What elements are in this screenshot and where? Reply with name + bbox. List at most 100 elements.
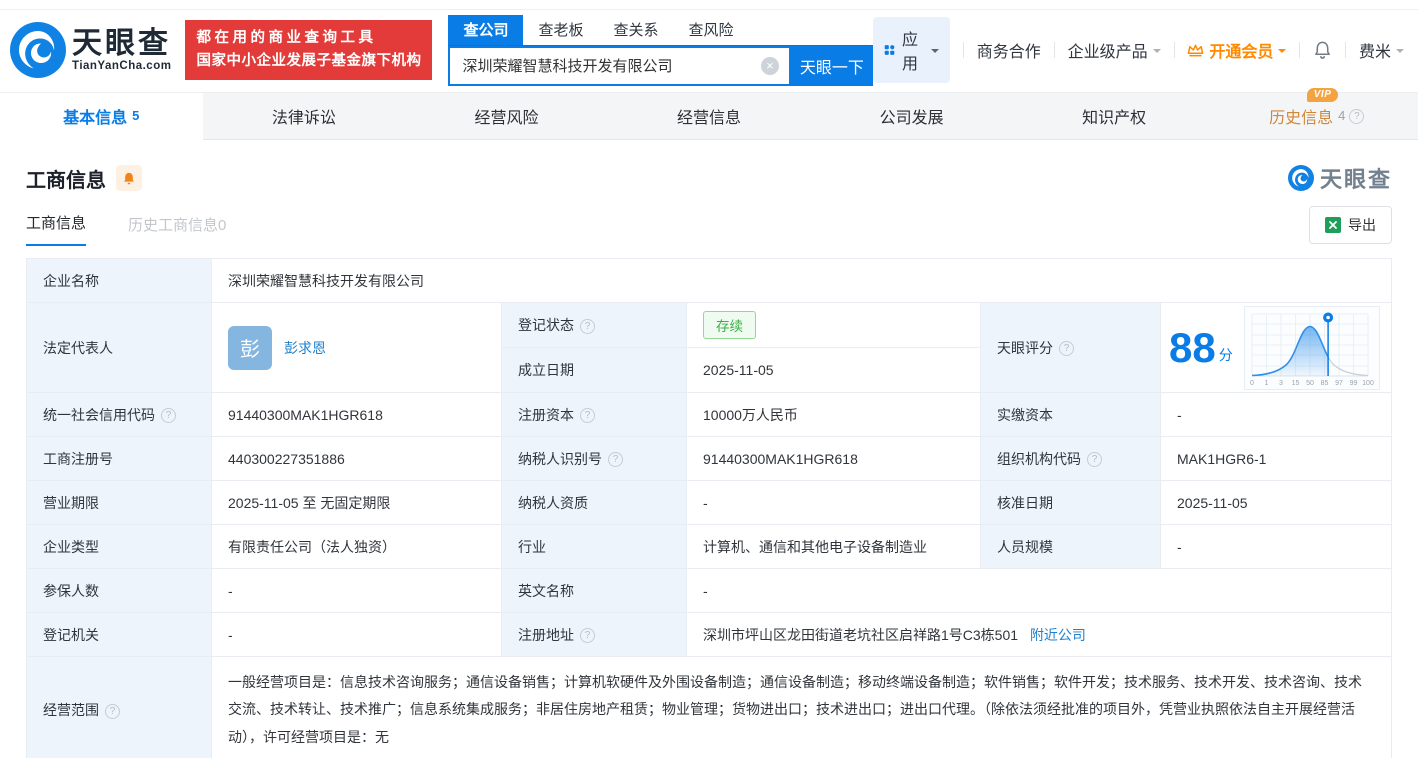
establish-date-label: 成立日期 bbox=[502, 348, 687, 393]
bell-icon bbox=[122, 171, 136, 186]
legal-rep-value: 彭 彭求恩 bbox=[212, 303, 502, 393]
score-label: 天眼评分? bbox=[981, 303, 1161, 393]
crown-icon bbox=[1187, 43, 1204, 57]
help-icon[interactable]: ? bbox=[105, 704, 120, 719]
brand-domain: TianYanCha.com bbox=[72, 60, 171, 72]
notifications-button[interactable] bbox=[1313, 40, 1332, 60]
registration-number-value: 440300227351886 bbox=[212, 437, 502, 481]
subtab-history-business-info[interactable]: 历史工商信息0 bbox=[128, 214, 226, 246]
apps-menu-button[interactable]: 应用 bbox=[873, 17, 950, 83]
top-nav: 应用 商务合作 企业级产品 开通会员 bbox=[873, 17, 1404, 83]
help-icon[interactable]: ? bbox=[161, 408, 176, 423]
taxpayer-id-value: 91440300MAK1HGR618 bbox=[687, 437, 981, 481]
business-scope-label: 经营范围? bbox=[27, 657, 212, 758]
tab-history-info[interactable]: VIP 历史信息 4 ? bbox=[1215, 93, 1418, 139]
registration-number-label: 工商注册号 bbox=[27, 437, 212, 481]
username: 费米 bbox=[1359, 38, 1391, 62]
approval-date-label: 核准日期 bbox=[981, 481, 1161, 525]
tab-operating-info[interactable]: 经营信息 bbox=[608, 93, 811, 139]
taxpayer-qualification-value: - bbox=[687, 481, 981, 525]
export-button[interactable]: 导出 bbox=[1309, 206, 1392, 244]
tab-company-development[interactable]: 公司发展 bbox=[810, 93, 1013, 139]
monitor-bell-button[interactable] bbox=[116, 165, 142, 191]
business-info-table: 企业名称 深圳荣耀智慧科技开发有限公司 法定代表人 彭 彭求恩 登记状态? bbox=[26, 258, 1392, 758]
section-title: 工商信息 bbox=[26, 164, 106, 193]
nav-divider bbox=[1174, 42, 1175, 58]
slogan-line1: 都在用的商业查询工具 bbox=[196, 27, 421, 50]
help-icon[interactable]: ? bbox=[580, 628, 595, 643]
tianyancha-watermark: 天眼查 bbox=[1288, 162, 1392, 194]
help-icon[interactable]: ? bbox=[1349, 109, 1364, 124]
help-icon[interactable]: ? bbox=[608, 452, 623, 467]
search-tab-company[interactable]: 查公司 bbox=[448, 15, 523, 45]
insured-count-label: 参保人数 bbox=[27, 569, 212, 613]
search-block: 查公司 查老板 查关系 查风险 × 天眼一下 bbox=[448, 15, 872, 86]
watermark-text: 天眼查 bbox=[1320, 162, 1392, 194]
table-row: 登记机关 - 注册地址? 深圳市坪山区龙田街道老坑社区启祥路1号C3栋501 附… bbox=[27, 613, 1392, 657]
tianyancha-logo[interactable]: 天眼查 TianYanCha.com bbox=[10, 22, 171, 78]
svg-text:97: 97 bbox=[1335, 380, 1343, 387]
company-name-label: 企业名称 bbox=[27, 259, 212, 303]
tab-count-badge: 5 bbox=[132, 108, 139, 123]
insured-count-value: - bbox=[212, 569, 502, 613]
brand-slogan: 都在用的商业查询工具 国家中小企业发展子基金旗下机构 bbox=[185, 20, 432, 80]
english-name-value: - bbox=[687, 569, 1392, 613]
svg-text:50: 50 bbox=[1306, 380, 1314, 387]
nearby-companies-link[interactable]: 附近公司 bbox=[1030, 627, 1086, 643]
tab-legal-proceedings[interactable]: 法律诉讼 bbox=[203, 93, 406, 139]
chevron-down-icon bbox=[1153, 49, 1161, 57]
search-tab-risk[interactable]: 查风险 bbox=[674, 15, 749, 45]
taxpayer-id-label: 纳税人识别号? bbox=[502, 437, 687, 481]
paid-in-capital-value: - bbox=[1161, 393, 1392, 437]
subtab-row: 工商信息 历史工商信息0 导出 bbox=[26, 212, 1392, 246]
status-badge: 存续 bbox=[703, 311, 756, 339]
bell-icon bbox=[1313, 40, 1332, 60]
clear-icon[interactable]: × bbox=[761, 57, 779, 75]
company-type-value: 有限责任公司（法人独资） bbox=[212, 525, 502, 569]
user-menu[interactable]: 费米 bbox=[1359, 38, 1404, 62]
tianyancha-company-page: 天眼查 TianYanCha.com 都在用的商业查询工具 国家中小企业发展子基… bbox=[0, 0, 1418, 758]
tab-count-badge: 4 bbox=[1338, 108, 1345, 123]
tab-basic-info[interactable]: 基本信息 5 bbox=[0, 93, 203, 140]
top-hairline bbox=[0, 9, 1418, 10]
main-tab-bar: 基本信息 5 法律诉讼 经营风险 经营信息 公司发展 知识产权 VIP 历史信息… bbox=[0, 92, 1418, 140]
tab-operational-risk[interactable]: 经营风险 bbox=[405, 93, 608, 139]
help-icon[interactable]: ? bbox=[1087, 452, 1102, 467]
help-icon[interactable]: ? bbox=[580, 319, 595, 334]
excel-icon bbox=[1325, 217, 1341, 233]
table-row: 经营范围? 一般经营项目是：信息技术咨询服务；通信设备销售；计算机软硬件及外围设… bbox=[27, 657, 1392, 758]
help-icon[interactable]: ? bbox=[1059, 341, 1074, 356]
legal-rep-link[interactable]: 彭求恩 bbox=[284, 338, 326, 358]
paid-in-capital-label: 实缴资本 bbox=[981, 393, 1161, 437]
search-tab-relation[interactable]: 查关系 bbox=[599, 15, 674, 45]
staff-size-value: - bbox=[1161, 525, 1392, 569]
vip-badge: VIP bbox=[1307, 88, 1339, 102]
nav-divider bbox=[963, 42, 964, 58]
search-input[interactable] bbox=[450, 48, 788, 84]
table-row: 企业类型 有限责任公司（法人独资） 行业 计算机、通信和其他电子设备制造业 人员… bbox=[27, 525, 1392, 569]
search-tab-boss[interactable]: 查老板 bbox=[523, 15, 598, 45]
top-header: 天眼查 TianYanCha.com 都在用的商业查询工具 国家中小企业发展子基… bbox=[0, 0, 1418, 92]
table-row: 法定代表人 彭 彭求恩 登记状态? 存续 天眼评分? bbox=[27, 303, 1392, 348]
search-input-wrap: × bbox=[448, 46, 790, 86]
approval-date-value: 2025-11-05 bbox=[1161, 481, 1392, 525]
nav-divider bbox=[1054, 42, 1055, 58]
nav-open-vip[interactable]: 开通会员 bbox=[1187, 38, 1286, 62]
table-row: 企业名称 深圳荣耀智慧科技开发有限公司 bbox=[27, 259, 1392, 303]
subtab-business-info[interactable]: 工商信息 bbox=[26, 212, 86, 246]
nav-cooperation[interactable]: 商务合作 bbox=[977, 38, 1041, 62]
avatar[interactable]: 彭 bbox=[228, 326, 272, 370]
establish-date-value: 2025-11-05 bbox=[687, 348, 981, 393]
company-name-value: 深圳荣耀智慧科技开发有限公司 bbox=[212, 259, 1392, 303]
search-button[interactable]: 天眼一下 bbox=[791, 46, 873, 86]
tab-intellectual-property[interactable]: 知识产权 bbox=[1013, 93, 1216, 139]
score-number: 88 分 bbox=[1169, 327, 1233, 369]
svg-text:99: 99 bbox=[1349, 380, 1357, 387]
chevron-down-icon bbox=[1278, 49, 1286, 57]
nav-enterprise-products[interactable]: 企业级产品 bbox=[1068, 38, 1161, 62]
registered-capital-value: 10000万人民币 bbox=[687, 393, 981, 437]
business-term-label: 营业期限 bbox=[27, 481, 212, 525]
vip-label: 开通会员 bbox=[1209, 38, 1273, 62]
credit-code-label: 统一社会信用代码? bbox=[27, 393, 212, 437]
help-icon[interactable]: ? bbox=[580, 408, 595, 423]
